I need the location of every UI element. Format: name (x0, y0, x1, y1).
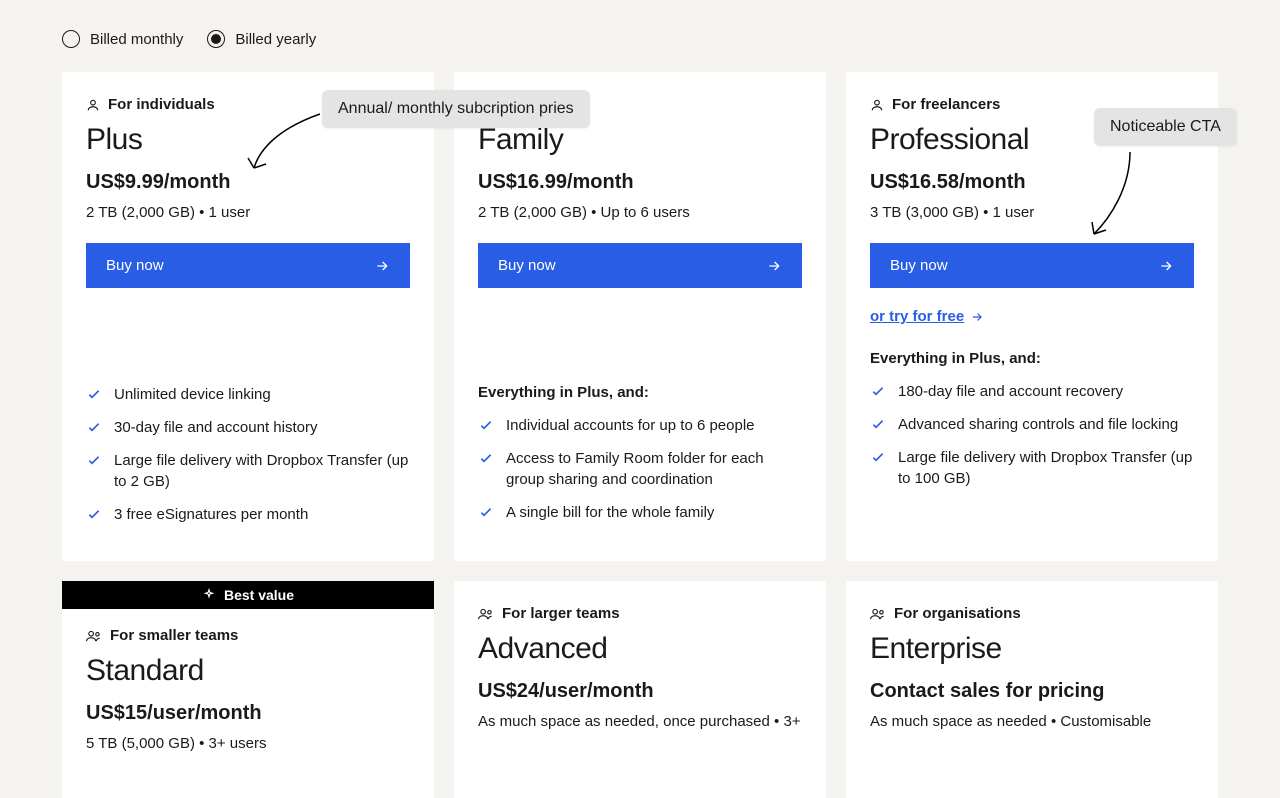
feature-text: Unlimited device linking (114, 384, 271, 405)
plan-card-enterprise: For organisations Enterprise Contact sal… (846, 581, 1218, 798)
check-icon (478, 504, 494, 520)
radio-selected-icon (207, 30, 225, 48)
plan-price: US$16.99/month (478, 171, 802, 194)
feature-item: Unlimited device linking (86, 384, 410, 405)
buy-now-button[interactable]: Buy now (478, 243, 802, 288)
people-icon (870, 607, 886, 621)
billing-monthly-label: Billed monthly (90, 31, 183, 48)
feature-item: 3 free eSignatures per month (86, 504, 410, 525)
check-icon (870, 383, 886, 399)
plan-name: Enterprise (870, 632, 1194, 666)
plan-storage: As much space as needed, once purchased … (478, 713, 802, 730)
plan-price: US$15/user/month (86, 702, 410, 725)
plan-card-family: For family Family US$16.99/month 2 TB (2… (454, 72, 826, 561)
feature-item: Individual accounts for up to 6 people (478, 415, 802, 436)
feature-text: A single bill for the whole family (506, 502, 714, 523)
sparkle-icon (202, 588, 216, 602)
arrow-right-icon (970, 310, 984, 324)
arrow-right-icon (374, 258, 390, 274)
best-value-label: Best value (224, 587, 294, 603)
plan-features: Unlimited device linking 30-day file and… (86, 384, 410, 525)
features-heading: Everything in Plus, and: (870, 350, 1194, 367)
plan-features: Everything in Plus, and: 180-day file an… (870, 350, 1194, 489)
check-icon (86, 386, 102, 402)
feature-text: 180-day file and account recovery (898, 381, 1123, 402)
plan-price: Contact sales for pricing (870, 680, 1194, 703)
feature-text: Individual accounts for up to 6 people (506, 415, 755, 436)
try-free-label: or try for free (870, 308, 964, 325)
radio-unselected-icon (62, 30, 80, 48)
feature-text: Advanced sharing controls and file locki… (898, 414, 1178, 435)
feature-text: 30-day file and account history (114, 417, 317, 438)
plan-name: Standard (86, 654, 410, 688)
people-icon (478, 607, 494, 621)
billing-yearly-label: Billed yearly (235, 31, 316, 48)
check-icon (86, 452, 102, 468)
plan-audience: For larger teams (502, 605, 620, 622)
check-icon (478, 417, 494, 433)
person-icon (86, 98, 100, 112)
plan-audience: For organisations (894, 605, 1021, 622)
feature-text: 3 free eSignatures per month (114, 504, 308, 525)
feature-item: Advanced sharing controls and file locki… (870, 414, 1194, 435)
plan-storage: 2 TB (2,000 GB) • 1 user (86, 204, 410, 221)
plan-price: US$16.58/month (870, 171, 1194, 194)
plan-audience: For individuals (108, 96, 215, 113)
plan-audience: For freelancers (892, 96, 1000, 113)
billing-monthly-option[interactable]: Billed monthly (62, 30, 183, 48)
check-icon (870, 449, 886, 465)
arrow-right-icon (1158, 258, 1174, 274)
billing-yearly-option[interactable]: Billed yearly (207, 30, 316, 48)
plan-card-advanced: For larger teams Advanced US$24/user/mon… (454, 581, 826, 798)
plan-name: Family (478, 123, 802, 157)
annotation-cta: Noticeable CTA (1094, 108, 1237, 146)
check-icon (86, 506, 102, 522)
features-heading: Everything in Plus, and: (478, 384, 802, 401)
plan-storage: 5 TB (5,000 GB) • 3+ users (86, 735, 410, 752)
plan-name: Advanced (478, 632, 802, 666)
feature-item: 180-day file and account recovery (870, 381, 1194, 402)
feature-item: Large file delivery with Dropbox Transfe… (870, 447, 1194, 489)
person-icon (870, 98, 884, 112)
plan-features: Everything in Plus, and: Individual acco… (478, 384, 802, 523)
plan-storage: 2 TB (2,000 GB) • Up to 6 users (478, 204, 802, 221)
annotation-price: Annual/ monthly subcription pries (322, 90, 590, 128)
check-icon (86, 419, 102, 435)
check-icon (478, 450, 494, 466)
buy-now-button[interactable]: Buy now (86, 243, 410, 288)
plan-storage: As much space as needed • Customisable (870, 713, 1194, 730)
feature-text: Access to Family Room folder for each gr… (506, 448, 802, 490)
plan-audience: For smaller teams (110, 627, 238, 644)
try-free-link[interactable]: or try for free (870, 308, 984, 325)
buy-now-button[interactable]: Buy now (870, 243, 1194, 288)
feature-item: Access to Family Room folder for each gr… (478, 448, 802, 490)
annotation-arrow-icon (1080, 148, 1140, 248)
buy-now-label: Buy now (498, 257, 556, 274)
plan-price: US$24/user/month (478, 680, 802, 703)
people-icon (86, 629, 102, 643)
feature-item: Large file delivery with Dropbox Transfe… (86, 450, 410, 492)
buy-now-label: Buy now (106, 257, 164, 274)
arrow-right-icon (766, 258, 782, 274)
buy-now-label: Buy now (890, 257, 948, 274)
feature-text: Large file delivery with Dropbox Transfe… (898, 447, 1194, 489)
pricing-grid: For individuals Plus US$9.99/month 2 TB … (62, 72, 1218, 798)
feature-text: Large file delivery with Dropbox Transfe… (114, 450, 410, 492)
plan-storage: 3 TB (3,000 GB) • 1 user (870, 204, 1194, 221)
check-icon (870, 416, 886, 432)
plan-card-standard: Best value For smaller teams Standard US… (62, 581, 434, 798)
best-value-banner: Best value (62, 581, 434, 609)
billing-toggle: Billed monthly Billed yearly (62, 30, 1218, 48)
feature-item: 30-day file and account history (86, 417, 410, 438)
feature-item: A single bill for the whole family (478, 502, 802, 523)
